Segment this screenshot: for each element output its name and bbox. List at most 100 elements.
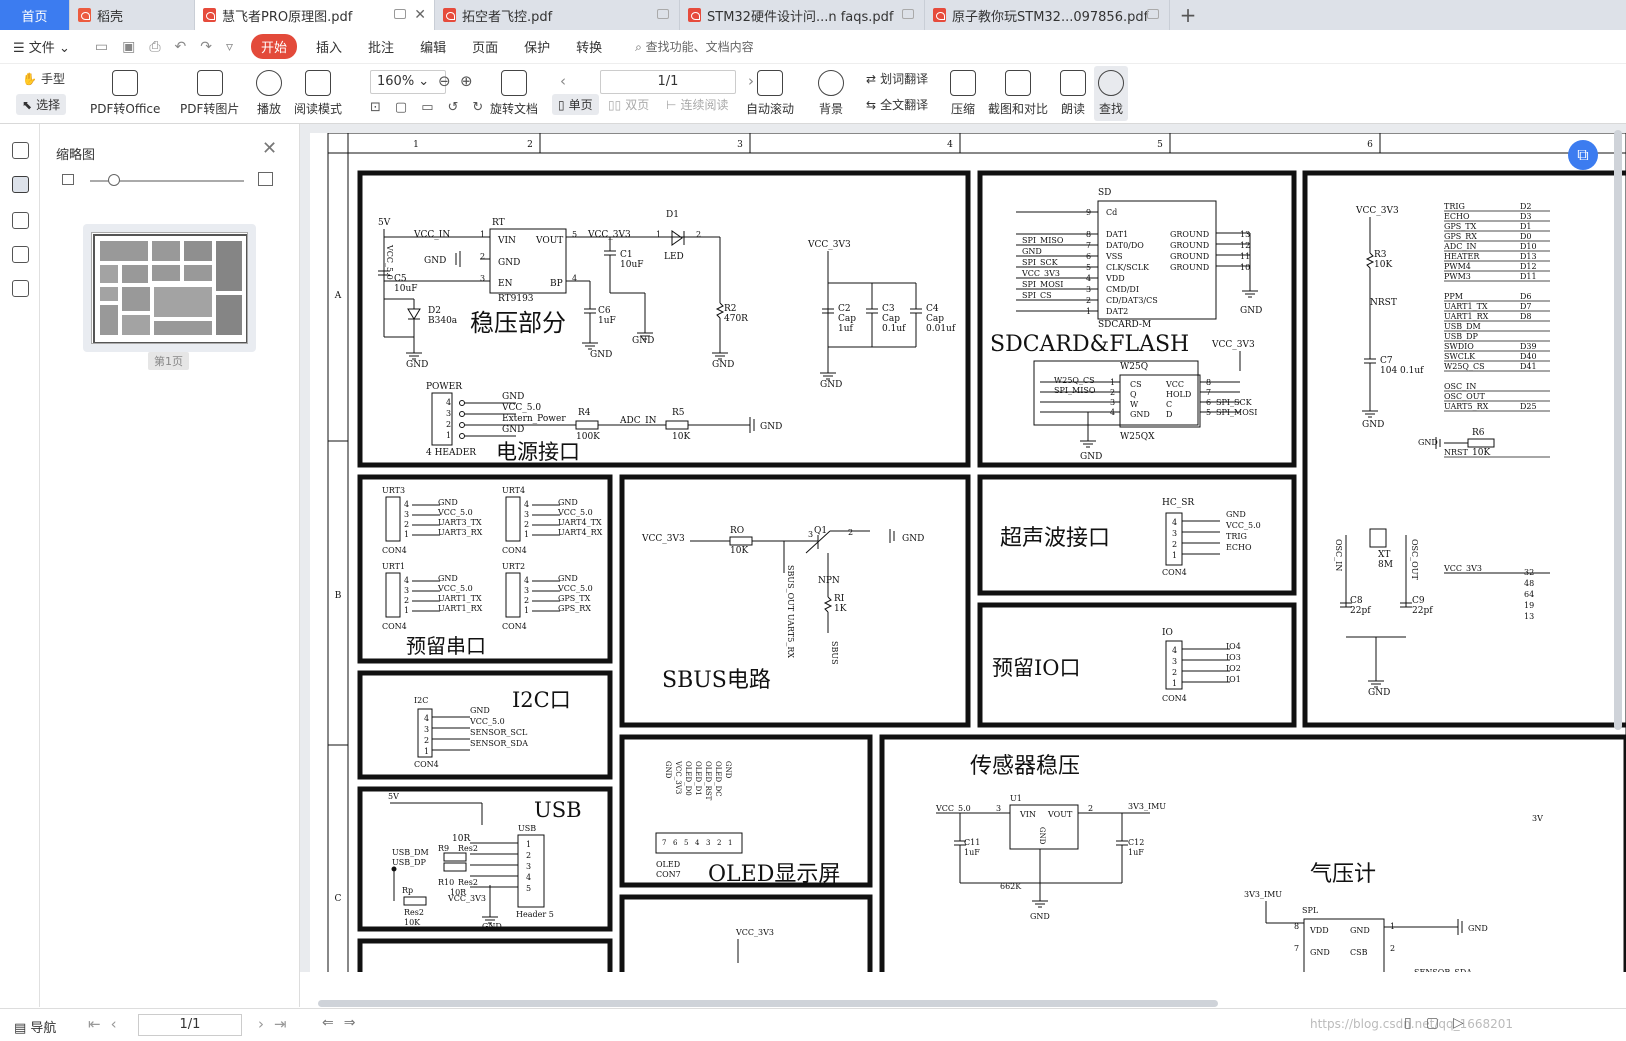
attachment-icon[interactable] xyxy=(12,246,29,263)
tab-pdf[interactable]: STM32硬件设计问...n faqs.pdf xyxy=(680,0,925,30)
schematic-label: VIN xyxy=(497,236,516,246)
next-last-buttons[interactable]: ›⇥ xyxy=(258,1015,297,1033)
tab-pdf-active[interactable]: 慧飞者PRO原理图.pdf ✕ xyxy=(195,0,435,30)
view-mode-buttons[interactable]: ▯▢▷ xyxy=(1404,1015,1478,1031)
pdf-to-image-button[interactable]: PDF转图片 xyxy=(180,70,239,117)
continuous-button[interactable]: ⊢ 连续阅读 xyxy=(666,96,728,113)
play-button[interactable]: 播放 xyxy=(256,70,282,117)
hand-tool[interactable]: ✋ 手型 xyxy=(22,70,65,87)
schematic-label: D8 xyxy=(1520,312,1532,321)
fit-tools[interactable]: ⊡▢▭↺↻ xyxy=(370,100,497,115)
background-button[interactable]: 背景 xyxy=(818,70,844,117)
nav-button[interactable]: ▤ 导航 xyxy=(14,1017,56,1036)
search-icon xyxy=(1098,70,1124,96)
schematic-label: D11 xyxy=(1520,272,1537,281)
schematic-label: ECHO xyxy=(1444,212,1470,221)
menu-start[interactable]: 开始 xyxy=(251,34,298,59)
redo-icon[interactable]: ↷ xyxy=(200,39,212,55)
schematic-label: 2 xyxy=(696,230,701,239)
open-icon[interactable]: ▭ xyxy=(95,39,108,55)
button-label: PDF转图片 xyxy=(180,102,240,116)
single-page-button[interactable]: ▯ 单页 xyxy=(552,94,599,115)
search-commands[interactable]: ⌕ 查找功能、文档内容 xyxy=(635,38,754,55)
next-page-icon[interactable]: › xyxy=(748,72,754,90)
schematic-label: 10 xyxy=(1240,263,1250,272)
first-prev-buttons[interactable]: ⇤‹ xyxy=(88,1015,127,1033)
pin-icon[interactable] xyxy=(902,9,914,19)
double-page-button[interactable]: ▯▯ 双页 xyxy=(608,96,649,113)
schematic-label: GROUND xyxy=(1170,252,1209,261)
history-buttons[interactable]: ⇐⇒ xyxy=(322,1015,365,1031)
slider-handle[interactable] xyxy=(108,174,120,186)
select-tool[interactable]: ⬉ 选择 xyxy=(16,94,67,115)
page-input[interactable]: 1/1 xyxy=(600,70,736,94)
tab-pdf[interactable]: 原子教你玩STM32...097856.pdf xyxy=(925,0,1170,30)
undo-icon[interactable]: ↶ xyxy=(175,39,187,55)
play-icon[interactable]: ▷ xyxy=(1453,1015,1478,1031)
last-page-icon[interactable]: ⇥ xyxy=(274,1015,297,1033)
schematic-label: I2C xyxy=(414,696,428,705)
menu-convert[interactable]: 转换 xyxy=(563,37,615,56)
read-mode-button[interactable]: 阅读模式 xyxy=(294,70,342,117)
first-page-icon[interactable]: ⇤ xyxy=(88,1015,111,1033)
float-tool-button[interactable]: ⧉ xyxy=(1568,140,1598,170)
menu-protect[interactable]: 保护 xyxy=(511,37,563,56)
save-icon[interactable]: ▣ xyxy=(122,39,135,55)
menu-edit[interactable]: 编辑 xyxy=(407,37,459,56)
block-title-baro: 气压计 xyxy=(1310,862,1376,887)
schematic-label: SENSOR_SDA xyxy=(1414,968,1472,972)
tab-label: 拓空者飞控.pdf xyxy=(462,9,553,25)
menu-annotate[interactable]: 批注 xyxy=(355,37,407,56)
fit-view-icon[interactable]: ▢ xyxy=(1426,1015,1453,1031)
find-button[interactable]: 查找 xyxy=(1094,66,1128,121)
panel-title: 缩略图 xyxy=(56,148,96,163)
compress-button[interactable]: 压缩 xyxy=(950,70,976,117)
thumbnail-icon[interactable] xyxy=(12,176,29,193)
file-menu[interactable]: ☰ 文件 ⌄ xyxy=(0,37,83,56)
zoom-out-icon[interactable]: ⊖ xyxy=(438,72,451,90)
resistor xyxy=(575,420,599,430)
menu-page[interactable]: 页面 xyxy=(459,37,511,56)
zoom-select[interactable]: 160% ⌄ xyxy=(370,70,446,94)
compare-button[interactable]: 截图和对比 xyxy=(988,70,1048,117)
schematic-label: 4 xyxy=(695,839,700,847)
more-icon[interactable]: ▿ xyxy=(226,39,233,55)
close-icon[interactable]: ✕ xyxy=(414,7,426,23)
read-aloud-button[interactable]: 朗读 xyxy=(1060,70,1086,117)
translate-button[interactable]: ⇄ 划词翻译 xyxy=(866,70,928,87)
pdf-to-office-button[interactable]: PDF转Office xyxy=(90,70,160,117)
resistor xyxy=(665,420,689,430)
tab-docer[interactable]: 稻壳 xyxy=(70,0,195,30)
back-icon[interactable]: ⇐ xyxy=(322,1015,344,1031)
single-view-icon[interactable]: ▯ xyxy=(1404,1015,1426,1031)
zoom-in-icon[interactable]: ⊕ xyxy=(460,72,473,90)
schematic-label: 7 xyxy=(1294,944,1299,953)
close-icon[interactable]: ✕ xyxy=(262,138,277,159)
connector xyxy=(385,496,401,542)
print-icon[interactable]: ⎙ xyxy=(149,39,160,55)
new-tab-button[interactable]: + xyxy=(1170,0,1206,30)
pin-icon[interactable] xyxy=(657,9,669,19)
prev-page-icon[interactable]: ‹ xyxy=(111,1015,127,1033)
bookmark-icon[interactable] xyxy=(12,142,29,159)
next-page-icon[interactable]: › xyxy=(258,1015,274,1033)
signature-icon[interactable] xyxy=(12,280,29,297)
pin-icon[interactable] xyxy=(1147,9,1159,19)
full-translate-button[interactable]: ⇆ 全文翻译 xyxy=(866,96,928,113)
schematic-label: B340a xyxy=(428,316,458,326)
vertical-scrollbar[interactable] xyxy=(1614,130,1622,730)
pdf-icon xyxy=(688,8,701,22)
tab-home[interactable]: 首页 xyxy=(0,0,70,30)
schematic-label: SPI_MOSI xyxy=(1022,280,1063,289)
menu-insert[interactable]: 插入 xyxy=(303,37,355,56)
pin-icon[interactable] xyxy=(394,9,406,19)
tab-pdf[interactable]: 拓空者飞控.pdf xyxy=(435,0,680,30)
horizontal-scrollbar[interactable] xyxy=(318,1000,1218,1007)
comment-icon[interactable] xyxy=(12,212,29,229)
document-view[interactable]: 1 2 3 4 5 6 A B C 稳压部分 电源接口 SDCARD&FLASH 预留串口 SBUS电路超… xyxy=(300,124,1626,972)
prev-page-icon[interactable]: ‹ xyxy=(560,72,566,90)
schematic-label: 4 xyxy=(572,274,577,283)
thumbnail-item[interactable] xyxy=(83,224,256,352)
forward-icon[interactable]: ⇒ xyxy=(344,1015,366,1031)
status-page-input[interactable]: 1/1 xyxy=(138,1014,242,1036)
